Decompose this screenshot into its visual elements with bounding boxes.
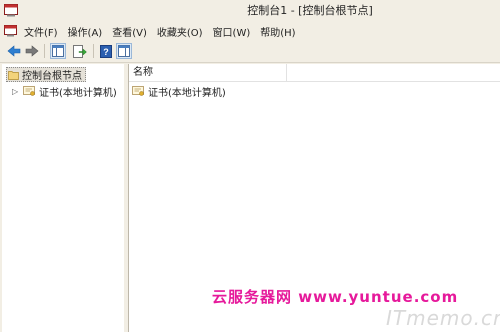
menu-view[interactable]: 查看(V) [112,24,147,39]
expand-arrow-icon[interactable]: ▷ [12,87,20,96]
back-icon [7,45,21,57]
forward-icon [25,45,39,57]
menu-file[interactable]: 文件(F) [24,24,58,39]
action-pane-button[interactable] [116,43,132,59]
toolbar-separator [93,44,94,58]
list-item-label: 证书(本地计算机) [148,87,226,99]
show-hide-tree-icon [52,45,64,57]
menu-action[interactable]: 操作(A) [68,24,103,39]
back-button[interactable] [6,43,22,59]
certificate-icon [132,86,144,96]
watermark-itmemo: ITmemo.cn [386,306,500,330]
list-item[interactable]: 证书(本地计算机) [132,84,226,99]
window-title: 控制台1 - [控制台根节点] [247,4,373,17]
certificate-icon [23,86,35,96]
export-list-icon [73,44,87,58]
help-button[interactable]: ? [98,43,114,59]
title-bar: 控制台1 - [控制台根节点] [0,0,500,22]
menu-window[interactable]: 窗口(W) [213,24,251,39]
toolbar-separator [44,44,45,58]
show-hide-tree-button[interactable] [50,43,66,59]
help-icon: ? [100,44,112,58]
menu-help[interactable]: 帮助(H) [260,24,295,39]
forward-button[interactable] [24,43,40,59]
action-pane-icon [118,45,130,57]
tree-node-certificates[interactable]: ▷ 证书(本地计算机) [12,84,117,99]
export-list-button[interactable] [72,43,88,59]
tree-node-label: 证书(本地计算机) [39,87,117,99]
menu-bar: 文件(F) 操作(A) 查看(V) 收藏夹(O) 窗口(W) 帮助(H) [0,22,500,40]
console-icon[interactable] [4,25,17,37]
svg-text:?: ? [103,47,109,57]
column-header-name[interactable]: 名称 [129,64,287,81]
watermark-site: 云服务器网 www.yuntue.com [212,288,459,306]
folder-icon [8,70,19,80]
toolbar: ? [0,40,500,63]
tree-root-label: 控制台根节点 [22,71,82,82]
menu-favorites[interactable]: 收藏夹(O) [157,24,203,39]
tree-root-node[interactable]: 控制台根节点 [6,67,86,82]
list-header: 名称 [129,64,500,82]
console-tree-pane: 控制台根节点 ▷ 证书(本地计算机) [2,64,125,332]
